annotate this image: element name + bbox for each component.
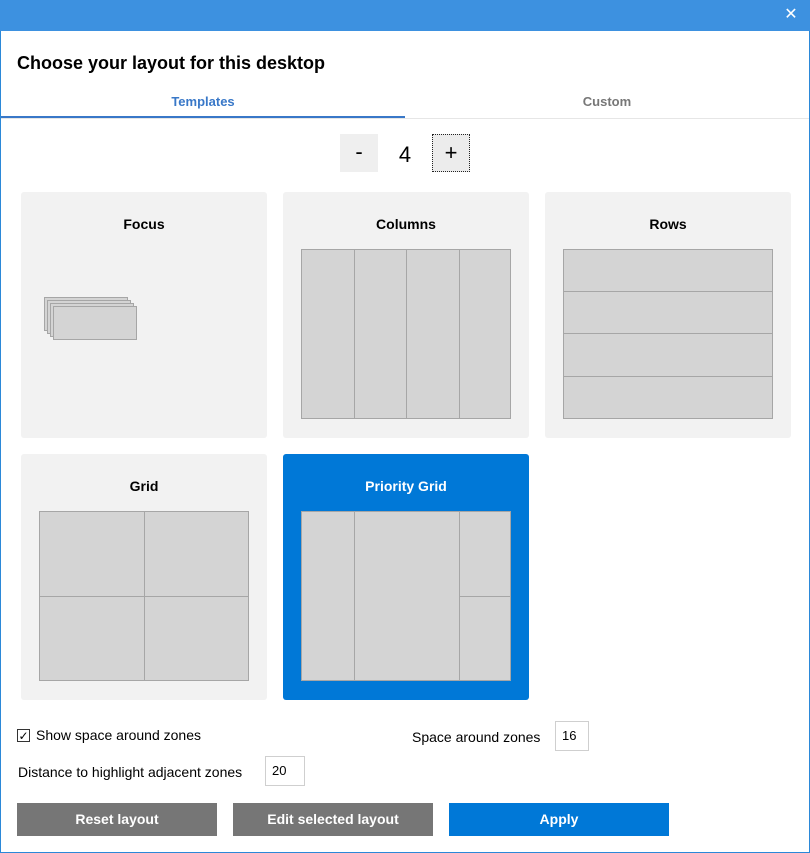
increase-zones-button[interactable]: +	[432, 134, 470, 172]
zone	[39, 596, 145, 681]
zone	[563, 333, 773, 377]
grid-preview	[39, 511, 249, 681]
zone	[459, 511, 511, 597]
close-icon[interactable]: ✕	[782, 6, 800, 24]
tab-templates[interactable]: Templates	[1, 94, 405, 118]
distance-input[interactable]: 20	[265, 756, 305, 786]
zone	[39, 511, 145, 597]
space-around-label: Space around zones	[412, 729, 541, 745]
zone	[144, 596, 249, 681]
template-card-columns[interactable]: Columns	[283, 192, 529, 438]
distance-label: Distance to highlight adjacent zones	[18, 764, 243, 780]
show-space-checkbox[interactable]: ✓	[17, 728, 30, 742]
reset-layout-button[interactable]: Reset layout	[17, 803, 217, 836]
zone	[563, 249, 773, 292]
space-around-input[interactable]: 16	[555, 721, 589, 751]
template-card-focus[interactable]: Focus	[21, 192, 267, 438]
template-title: Focus	[123, 216, 165, 232]
template-card-priority-grid[interactable]: Priority Grid	[283, 454, 529, 700]
tab-bar: Templates Custom	[1, 94, 809, 119]
rows-preview	[563, 249, 773, 419]
template-card-grid[interactable]: Grid	[21, 454, 267, 700]
decrease-zones-button[interactable]: -	[340, 134, 378, 172]
zone	[459, 249, 511, 419]
columns-preview	[301, 249, 511, 419]
zone	[354, 511, 460, 681]
zone	[406, 249, 460, 419]
dialog-heading: Choose your layout for this desktop	[17, 53, 326, 73]
edit-selected-layout-button[interactable]: Edit selected layout	[233, 803, 433, 836]
template-card-rows[interactable]: Rows	[545, 192, 791, 438]
template-title: Rows	[649, 216, 687, 232]
zone	[301, 511, 355, 681]
template-title: Priority Grid	[365, 478, 447, 494]
apply-button[interactable]: Apply	[449, 803, 669, 836]
title-bar: ✕	[0, 0, 810, 31]
zone	[563, 291, 773, 334]
show-space-toggle[interactable]: ✓ Show space around zones	[17, 727, 201, 743]
zone	[459, 596, 511, 681]
template-title: Grid	[129, 478, 159, 494]
zone	[53, 306, 137, 340]
zone	[301, 249, 355, 419]
zone	[354, 249, 407, 419]
zone	[144, 511, 249, 597]
zone-count-value: 4	[398, 142, 412, 167]
tab-custom[interactable]: Custom	[405, 94, 809, 116]
template-title: Columns	[376, 216, 436, 232]
zone	[563, 376, 773, 419]
show-space-label: Show space around zones	[36, 727, 201, 743]
priority-grid-preview	[301, 511, 511, 681]
